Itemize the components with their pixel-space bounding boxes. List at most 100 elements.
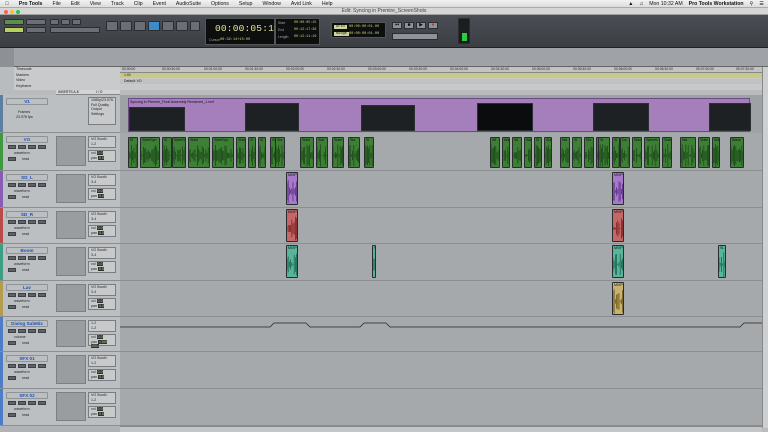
solo-button[interactable] [28, 401, 36, 405]
vo-clip[interactable]: Wa [502, 137, 510, 168]
track-view[interactable]: waveform [14, 151, 30, 155]
track-vol-pan[interactable]: vol 0.0 pan 0.0 [88, 261, 116, 273]
track-view[interactable]: waveform [14, 370, 30, 374]
vo-clip[interactable]: Wav [632, 137, 642, 168]
vo-clip[interactable]: Da [620, 137, 630, 168]
vo-clip[interactable]: SlateSyn [140, 137, 160, 168]
pan-value[interactable]: <100 100> [91, 339, 108, 348]
sd-r-clip[interactable]: MIXPR [286, 209, 298, 242]
wifi-icon[interactable]: ▲ [628, 1, 633, 7]
track-vol-pan[interactable]: vol 0.0 pan 0.0 [88, 150, 116, 162]
mute-button[interactable] [38, 293, 46, 297]
menu-avid-link[interactable]: Avid Link [286, 1, 317, 7]
video-track-name[interactable]: V1 [6, 98, 48, 105]
boom-clip[interactable]: MIXPR [286, 245, 298, 278]
automation-mode[interactable]: read [22, 268, 29, 272]
input-monitor-button[interactable] [18, 145, 26, 149]
grabber-tool[interactable] [148, 21, 160, 31]
track-option-button[interactable] [8, 232, 16, 236]
selection-display[interactable]: Start 00:00:05:15 End 00:12:17:36 Length… [275, 18, 320, 45]
track-io[interactable]: VO Booth 1-2 [88, 392, 116, 404]
track-io[interactable]: VO Booth 3-4 [88, 211, 116, 223]
mute-button[interactable] [38, 364, 46, 368]
volume-value[interactable]: 0.0 [96, 370, 103, 374]
input-monitor-button[interactable] [18, 220, 26, 224]
menu-clip[interactable]: Clip [129, 1, 148, 7]
video-clip[interactable]: Syncing in Premire_Final Assembly Render… [128, 98, 751, 132]
track-lane[interactable]: SlSlateSynSlSlateSynSlateSlateSynSlateSy… [120, 133, 762, 170]
track-lane[interactable] [120, 389, 762, 425]
main-counter[interactable]: 00:00:05:15 Cursor 00:32:14+15:00 [205, 18, 280, 45]
record-enable-button[interactable] [8, 256, 16, 260]
search-icon[interactable]: ⚲ [750, 1, 754, 7]
volume-value[interactable]: 0.0 [96, 262, 103, 266]
track-io[interactable]: VO Booth 3-4 [88, 174, 116, 186]
vo-clip[interactable]: Slate [332, 137, 344, 168]
boom-clip[interactable]: MIXPR [612, 245, 624, 278]
vo-clip[interactable]: Sla [584, 137, 594, 168]
vo-clip[interactable]: Wave [712, 137, 720, 168]
pan-value[interactable]: 0.0 [98, 303, 104, 308]
inserts-area[interactable] [56, 392, 86, 421]
record-enable-button[interactable] [8, 183, 16, 187]
play-button[interactable]: ▶ [416, 22, 426, 29]
track-option-button[interactable] [8, 268, 16, 272]
menu-window[interactable]: Window [257, 1, 285, 7]
menu-audiosuite[interactable]: AudioSuite [171, 1, 206, 7]
track-list-toggle[interactable] [0, 48, 14, 67]
track-name[interactable]: Lav [6, 284, 48, 291]
track-name[interactable]: Boom [6, 247, 48, 254]
pan-value[interactable]: 0.0 [98, 411, 104, 416]
track-vol-pan[interactable]: vol 0.0 pan 0.0 [88, 225, 116, 237]
inserts-area[interactable] [56, 136, 86, 166]
menu-setup[interactable]: Setup [234, 1, 258, 7]
input-monitor-button[interactable] [18, 329, 26, 333]
vo-clip[interactable]: Wi [512, 137, 522, 168]
vo-clip[interactable]: Sl [534, 137, 542, 168]
automation-mode[interactable]: read [22, 341, 29, 345]
vo-clip[interactable]: Sla [348, 137, 360, 168]
length-value[interactable]: 00:12:11:10 [294, 35, 316, 39]
track-name[interactable]: VO [6, 136, 48, 143]
track-option-button[interactable] [8, 341, 16, 345]
clock[interactable]: Mon 10:32 AM [649, 1, 682, 7]
track-lane[interactable] [120, 317, 762, 351]
automation-mode[interactable]: read [22, 376, 29, 380]
vo-clip[interactable]: SlateSyn [236, 137, 246, 168]
volume-value[interactable]: 0.0 [96, 299, 103, 303]
input-monitor-button[interactable] [18, 293, 26, 297]
track-io[interactable]: VO Booth 3-4 [88, 247, 116, 259]
pan-value[interactable]: 0.0 [98, 193, 104, 198]
track-output[interactable]: 1-2 [91, 398, 115, 403]
track-lane[interactable] [120, 352, 762, 388]
rewind-to-start-button[interactable]: ⏮ [392, 22, 402, 29]
minimize-window-icon[interactable] [10, 9, 14, 14]
video-track-mode[interactable]: Frames [18, 110, 30, 114]
video-lane[interactable]: Syncing in Premire_Final Assembly Render… [120, 95, 762, 133]
mute-button[interactable] [38, 256, 46, 260]
inserts-area[interactable] [56, 211, 86, 239]
vo-clip[interactable]: Sl [128, 137, 138, 168]
solo-button[interactable] [28, 329, 36, 333]
zoom-window-icon[interactable] [16, 9, 20, 14]
mute-button[interactable] [38, 183, 46, 187]
record-button[interactable]: ● [428, 22, 438, 29]
volume-value[interactable]: 0.0 [96, 335, 103, 339]
track-output[interactable]: 3-4 [91, 290, 115, 295]
lav-clip[interactable]: MIXPR [612, 282, 624, 315]
boom-clip[interactable]: SL [718, 245, 726, 278]
automation-mode[interactable]: read [22, 157, 29, 161]
vo-clip[interactable]: Wa [680, 137, 696, 168]
input-monitor-button[interactable] [18, 401, 26, 405]
vo-clip[interactable]: Slat [316, 137, 328, 168]
vo-clip[interactable]: Sl [598, 137, 610, 168]
track-option-button[interactable] [8, 195, 16, 199]
sd-r-clip[interactable]: MIXPR [612, 209, 624, 242]
track-output[interactable]: 1-2 [91, 142, 115, 147]
grid-mode-button[interactable] [4, 27, 24, 33]
solo-button[interactable] [28, 145, 36, 149]
volume-value[interactable]: 0.0 [96, 407, 103, 411]
vo-clip[interactable]: Sl [162, 137, 172, 168]
vo-clip[interactable]: Sl [612, 137, 620, 168]
sd-l-clip[interactable]: MIXPR [286, 172, 298, 205]
